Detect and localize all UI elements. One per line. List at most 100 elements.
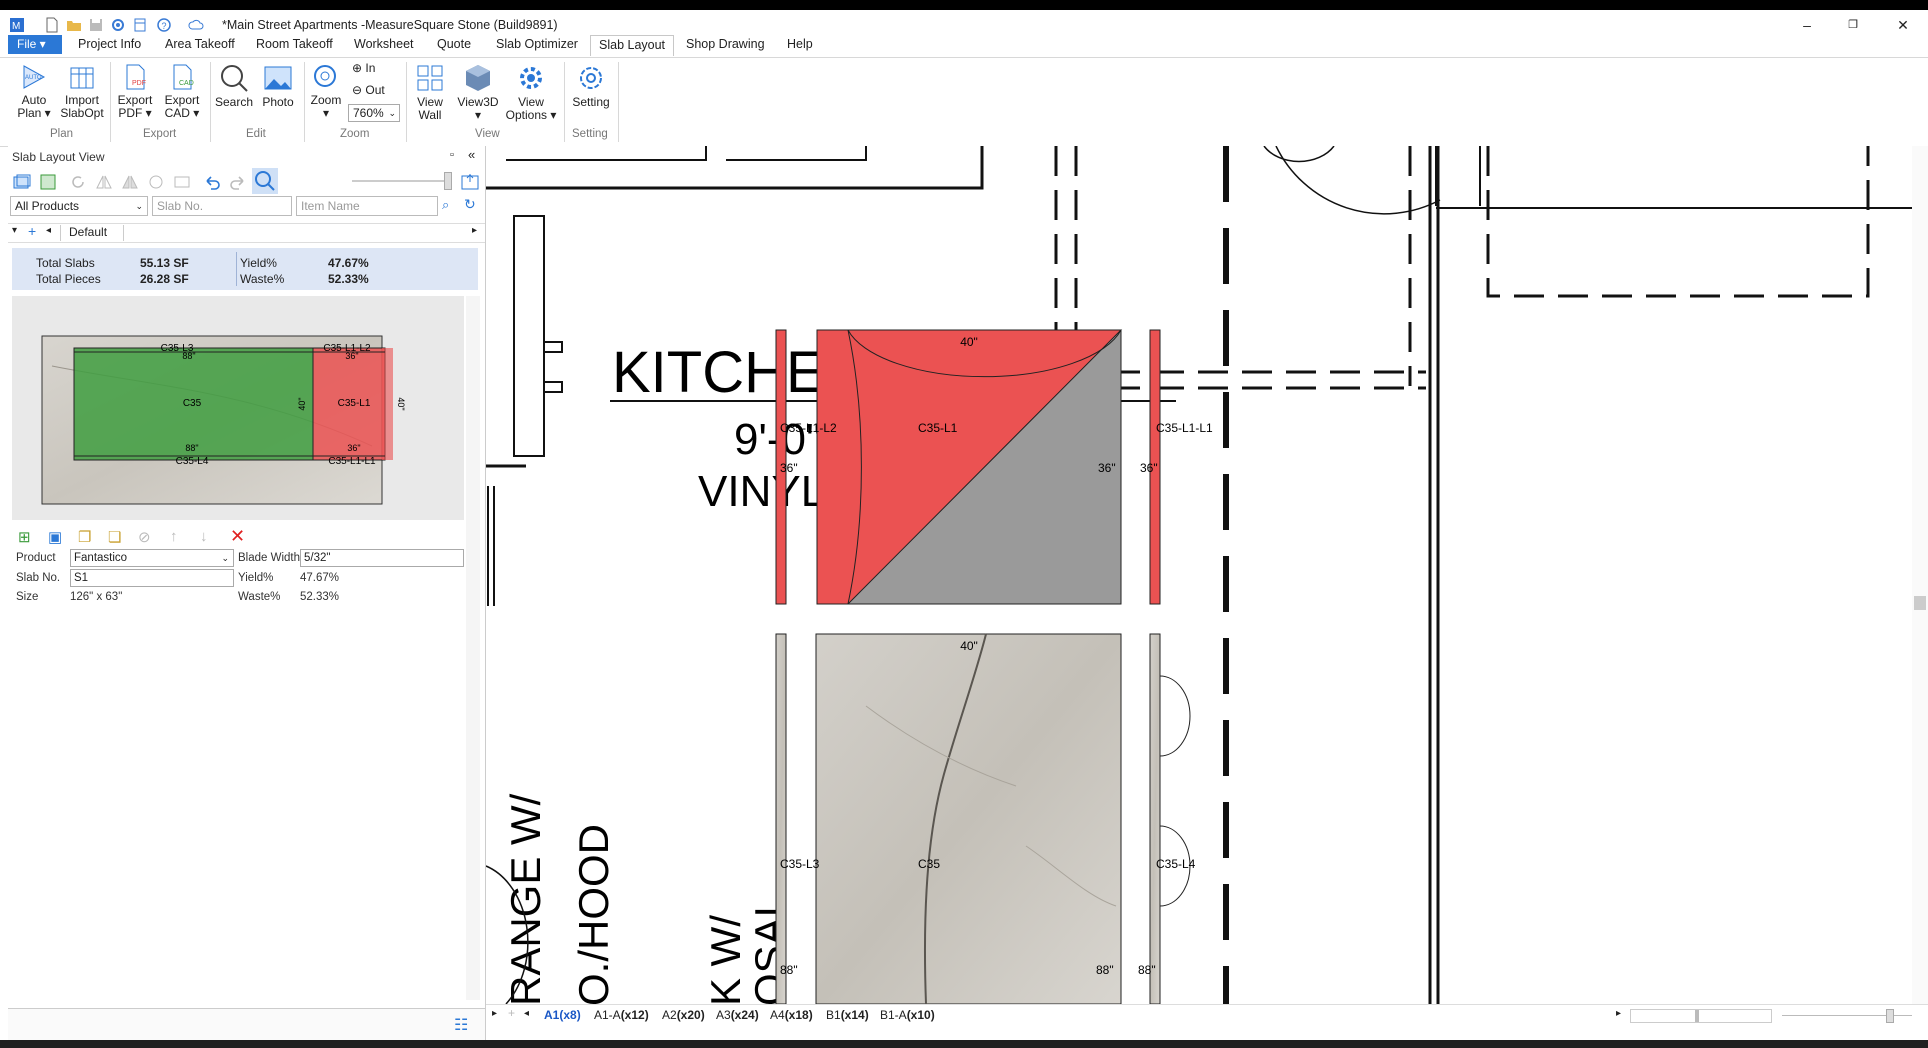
save-icon[interactable] bbox=[88, 17, 104, 33]
add-slab-icon[interactable] bbox=[12, 172, 32, 192]
export-cad-button[interactable]: CAD Export CAD ▾ bbox=[160, 62, 204, 120]
next-layer-icon[interactable]: ▸ bbox=[472, 225, 477, 236]
collapse-panel-icon[interactable]: « bbox=[468, 147, 475, 162]
open-folder-icon[interactable] bbox=[66, 17, 82, 33]
zoom-out-button[interactable]: ⊖ Out bbox=[352, 84, 385, 97]
minimize-button[interactable]: – bbox=[1792, 16, 1822, 34]
sheet-tab-b1[interactable]: B1(x14) bbox=[826, 1008, 869, 1022]
tab-quote[interactable]: Quote bbox=[437, 37, 471, 51]
export-pdf-label: Export PDF ▾ bbox=[117, 93, 153, 120]
piece-c35-l4[interactable] bbox=[1149, 633, 1161, 1004]
search-filter-icon[interactable]: ⌕ bbox=[442, 197, 449, 213]
wall-line bbox=[1428, 146, 1440, 1004]
product-filter-select[interactable]: All Products ⌄ bbox=[10, 196, 148, 216]
flip-vertical-icon[interactable] bbox=[120, 172, 140, 192]
canvas-vertical-scrollbar[interactable] bbox=[1912, 146, 1928, 1004]
sheet-tab-b1-a[interactable]: B1-A(x10) bbox=[880, 1008, 935, 1022]
slab-preview[interactable]: C35-L3 88" C35-L1-L2 36" C35 40" C35-L1 … bbox=[12, 296, 464, 520]
cloud-icon[interactable] bbox=[188, 17, 204, 33]
panel-scrollbar[interactable] bbox=[466, 296, 480, 1000]
zoom-thumb[interactable] bbox=[1886, 1009, 1894, 1023]
delete-icon[interactable]: ✕ bbox=[230, 526, 245, 547]
export-view-icon[interactable] bbox=[460, 172, 480, 192]
magnifier-toggle[interactable] bbox=[252, 168, 278, 194]
tab-help[interactable]: Help bbox=[787, 37, 813, 51]
svg-text:AUTO: AUTO bbox=[25, 75, 42, 81]
table-view-icon[interactable]: ☷ bbox=[454, 1015, 468, 1035]
search-icon bbox=[221, 65, 248, 92]
tab-room-takeoff[interactable]: Room Takeoff bbox=[256, 37, 333, 51]
sheet-tab-a1[interactable]: A1(x8) bbox=[544, 1008, 581, 1022]
slab-photo-icon[interactable]: ▣ bbox=[48, 528, 62, 546]
view-wall-button[interactable]: View Wall bbox=[410, 62, 450, 122]
sheet-prev-icon[interactable]: ◂ bbox=[524, 1008, 529, 1019]
scrollbar-thumb[interactable] bbox=[1695, 1010, 1699, 1022]
prev-layer-icon[interactable]: ◂ bbox=[46, 225, 51, 236]
search-button[interactable]: Search bbox=[214, 62, 254, 109]
zoom-slider-track[interactable] bbox=[352, 180, 450, 182]
close-button[interactable]: ✕ bbox=[1888, 16, 1918, 34]
import-slabopt-button[interactable]: Import SlabOpt bbox=[58, 62, 106, 120]
zoom-level-select[interactable]: 760% ⌄ bbox=[348, 104, 400, 122]
blade-width-input[interactable]: 5/32" bbox=[300, 549, 464, 567]
layer-tab-default[interactable]: Default bbox=[60, 225, 124, 241]
slab-layout-canvas[interactable]: KITCHEN 9'-0" VINYL RANGE W/ O./HOOD K W… bbox=[486, 146, 1918, 1004]
setting-button[interactable]: Setting bbox=[568, 62, 614, 109]
tab-shop-drawing[interactable]: Shop Drawing bbox=[686, 37, 765, 51]
auto-plan-button[interactable]: AUTO Auto Plan ▾ bbox=[14, 62, 54, 120]
view-options-button[interactable]: View Options ▾ bbox=[504, 62, 558, 122]
zoom-in-button[interactable]: ⊕ In bbox=[352, 62, 375, 75]
view3d-button[interactable]: View3D ▾ bbox=[456, 62, 500, 122]
confirm-icon[interactable]: ⊘ bbox=[138, 528, 151, 546]
export-cad-label: Export CAD ▾ bbox=[164, 93, 200, 120]
maximize-button[interactable]: ❐ bbox=[1838, 16, 1868, 34]
piece-c35-l3[interactable] bbox=[775, 633, 787, 1004]
sink-text: K W/ bbox=[702, 915, 749, 1004]
move-up-icon[interactable]: ↑ bbox=[170, 528, 178, 545]
item-name-input[interactable]: Item Name bbox=[296, 196, 438, 216]
add-sheet-icon[interactable]: + bbox=[508, 1006, 515, 1020]
slab-no-input[interactable]: Slab No. bbox=[152, 196, 292, 216]
add-layer-icon[interactable]: + bbox=[28, 223, 36, 239]
photo-button[interactable]: Photo bbox=[258, 62, 298, 109]
sheet-tab-a4[interactable]: A4(x18) bbox=[770, 1008, 813, 1022]
tab-area-takeoff[interactable]: Area Takeoff bbox=[165, 37, 235, 51]
paste-slab-icon[interactable]: ❏ bbox=[108, 528, 121, 546]
sheet-tab-a1-a[interactable]: A1-A(x12) bbox=[594, 1008, 649, 1022]
rotate-icon[interactable] bbox=[68, 172, 88, 192]
undo-icon[interactable] bbox=[202, 172, 222, 192]
zoom-in-label: In bbox=[365, 61, 376, 75]
refresh-icon[interactable]: ↻ bbox=[464, 196, 476, 213]
move-down-icon[interactable]: ↓ bbox=[200, 528, 208, 545]
slab-no-field[interactable]: S1 bbox=[70, 569, 234, 587]
database-icon[interactable] bbox=[132, 17, 148, 33]
new-file-icon[interactable] bbox=[44, 17, 60, 33]
tab-slab-layout[interactable]: Slab Layout bbox=[590, 35, 675, 56]
sheet-next-icon[interactable]: ▸ bbox=[1616, 1008, 1621, 1019]
settings-gear-icon[interactable] bbox=[110, 17, 126, 33]
piece-c35[interactable] bbox=[815, 633, 1122, 1004]
layer-expand-icon[interactable]: ▾ bbox=[12, 225, 17, 236]
file-menu[interactable]: File ▾ bbox=[8, 35, 62, 54]
sheet-tab-a3[interactable]: A3(x24) bbox=[716, 1008, 759, 1022]
help-icon[interactable]: ? bbox=[156, 17, 172, 33]
tab-slab-optimizer[interactable]: Slab Optimizer bbox=[496, 37, 578, 51]
tab-worksheet[interactable]: Worksheet bbox=[354, 37, 414, 51]
zoom-button[interactable]: Zoom ▾ bbox=[307, 62, 345, 120]
float-panel-icon[interactable]: ▫ bbox=[450, 149, 454, 161]
redo-icon[interactable] bbox=[228, 172, 248, 192]
fit-icon[interactable] bbox=[172, 172, 192, 192]
product-select[interactable]: Fantastico ⌄ bbox=[70, 549, 234, 567]
sheet-tab-a2[interactable]: A2(x20) bbox=[662, 1008, 705, 1022]
refresh-slab-icon[interactable] bbox=[38, 172, 58, 192]
copy-slab-icon[interactable]: ❐ bbox=[78, 528, 91, 546]
horizontal-scrollbar[interactable] bbox=[1630, 1009, 1772, 1023]
export-pdf-button[interactable]: PDF Export PDF ▾ bbox=[114, 62, 156, 120]
zoom-slider-thumb[interactable] bbox=[444, 172, 452, 190]
reset-icon[interactable] bbox=[146, 172, 166, 192]
sheet-first-icon[interactable]: ▸ bbox=[492, 1008, 497, 1019]
tab-project-info[interactable]: Project Info bbox=[78, 37, 141, 51]
add-image-icon[interactable]: ⊞ bbox=[18, 528, 31, 546]
scrollbar-thumb[interactable] bbox=[1914, 596, 1926, 610]
flip-horizontal-icon[interactable] bbox=[94, 172, 114, 192]
